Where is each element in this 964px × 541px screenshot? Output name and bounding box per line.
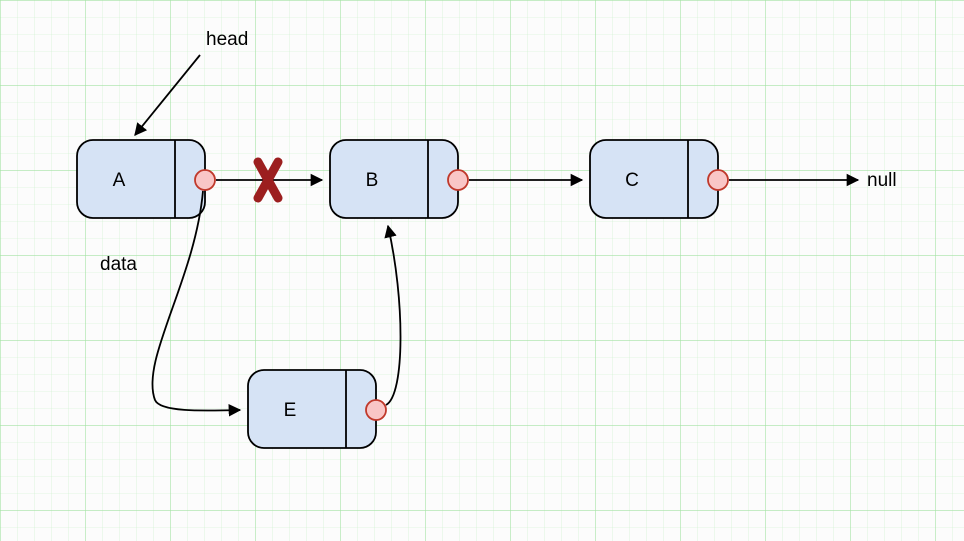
node-a-pointer (195, 170, 215, 190)
node-b-label: B (366, 170, 379, 191)
node-e-pointer (366, 400, 386, 420)
node-c: C (590, 140, 728, 218)
node-e: E (248, 370, 386, 448)
node-c-pointer (708, 170, 728, 190)
node-a-label: A (113, 170, 126, 191)
node-c-label: C (625, 170, 639, 191)
node-b: B (330, 140, 468, 218)
node-a: A (77, 140, 215, 218)
grid-background (0, 0, 964, 541)
data-label: data (100, 254, 137, 275)
null-label: null (867, 170, 897, 191)
node-e-label: E (284, 400, 297, 421)
node-b-pointer (448, 170, 468, 190)
head-label: head (206, 29, 248, 50)
linked-list-diagram: head A data B C null E (0, 0, 964, 541)
